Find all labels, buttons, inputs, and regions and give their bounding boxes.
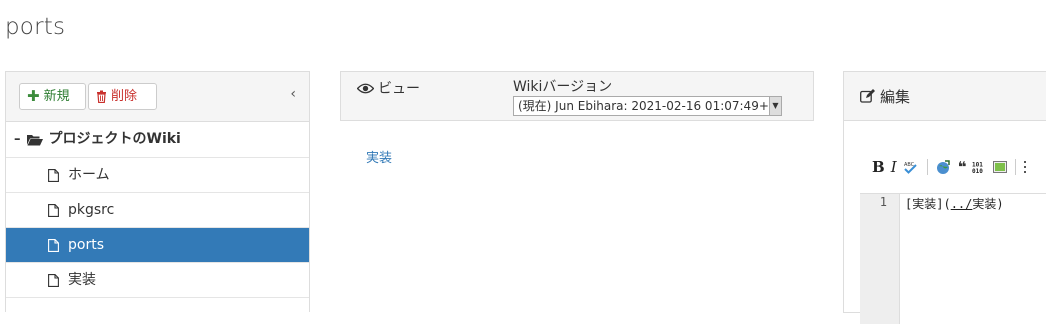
- tree-item-label: pkgsrc: [68, 201, 115, 218]
- file-icon: [48, 203, 59, 217]
- tree-item-label: ホーム: [68, 166, 110, 183]
- chevron-left-icon[interactable]: ‹: [290, 86, 296, 102]
- version-label: Wikiバージョン: [513, 79, 613, 95]
- tree-item[interactable]: ports: [6, 228, 309, 263]
- dropdown-arrow-icon: ▼: [769, 97, 781, 115]
- edit-header: 編集: [844, 72, 1046, 121]
- tree-item[interactable]: pkgsrc: [6, 193, 309, 228]
- quote-button[interactable]: ❝: [958, 158, 967, 176]
- delete-page-label: 削除: [111, 89, 138, 104]
- file-icon: [48, 273, 59, 287]
- eye-icon: [357, 83, 374, 93]
- markdown-toolbar: B I ABC ❝ 101 010: [872, 158, 1032, 176]
- tree-item[interactable]: ホーム: [6, 158, 309, 193]
- minus-icon: –: [14, 132, 21, 147]
- tree-root-label: プロジェクトのWiki: [48, 131, 181, 147]
- code-editor[interactable]: 1 [実装](../実装): [860, 193, 1046, 324]
- list-icon[interactable]: [1024, 160, 1032, 174]
- toolbar-separator: [926, 159, 928, 175]
- view-header: ビュー: [357, 78, 420, 98]
- trash-icon: [97, 90, 106, 103]
- edit-icon: [860, 89, 875, 103]
- italic-button[interactable]: I: [891, 158, 897, 176]
- view-panel: ビュー Wikiバージョン (現在) Jun Ebihara: 2021-02-…: [340, 71, 814, 121]
- image-icon[interactable]: [993, 161, 1008, 173]
- bold-button[interactable]: B: [872, 158, 885, 176]
- code-icon[interactable]: 101 010: [972, 161, 987, 174]
- edit-label: 編集: [880, 87, 911, 106]
- file-icon: [48, 238, 59, 252]
- toolbar-separator: [1015, 159, 1017, 175]
- code-link: ../: [950, 197, 973, 211]
- code-prefix: [実装](: [905, 197, 951, 211]
- page-title: ports: [5, 14, 66, 40]
- version-selected-value: (現在) Jun Ebihara: 2021-02-16 01:07:49+00…: [518, 99, 782, 113]
- tree-item-label: 実装: [68, 271, 96, 288]
- tree-item[interactable]: 実装: [6, 263, 309, 298]
- tree-toolbar: ✚ 新規 削除 ‹: [6, 72, 309, 122]
- line-number-gutter: 1: [860, 194, 900, 324]
- delete-page-button[interactable]: 削除: [88, 83, 157, 110]
- new-page-label: 新規: [43, 89, 70, 104]
- content-link-impl[interactable]: 実装: [366, 147, 392, 166]
- version-select[interactable]: (現在) Jun Ebihara: 2021-02-16 01:07:49+00…: [513, 96, 782, 116]
- code-line: [実装](../実装): [905, 195, 1004, 212]
- folder-open-icon: [26, 134, 43, 145]
- link-globe-icon[interactable]: [936, 159, 952, 175]
- tree-root[interactable]: – プロジェクトのWiki: [6, 122, 309, 158]
- tree-item-label: ports: [68, 236, 104, 253]
- new-page-button[interactable]: ✚ 新規: [19, 83, 86, 110]
- code-suffix: 実装): [972, 197, 1004, 211]
- view-label: ビュー: [378, 81, 420, 97]
- file-icon: [48, 168, 59, 182]
- plus-icon: ✚: [27, 87, 40, 105]
- wiki-tree-panel: ✚ 新規 削除 ‹ – プロジェクトのWiki ホーム pkgsrc ports 実装: [5, 71, 310, 312]
- spellcheck-icon[interactable]: ABC: [903, 161, 919, 174]
- edit-panel: 編集 B I ABC ❝ 101 010 1 [実装](../実装): [843, 71, 1046, 324]
- svg-text:010: 010: [972, 168, 983, 174]
